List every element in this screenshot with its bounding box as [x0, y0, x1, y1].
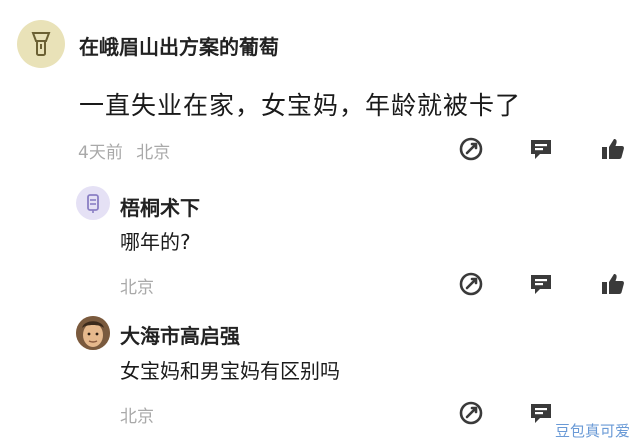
reply-2-location: 北京 — [120, 407, 154, 427]
share-icon[interactable] — [458, 136, 484, 162]
main-comment-time: 4天前 — [78, 143, 123, 163]
reply-1-location: 北京 — [120, 278, 154, 298]
main-comment-location: 北京 — [136, 143, 171, 163]
main-comment-meta: 4天前 北京 — [78, 138, 170, 163]
main-comment-text: 一直失业在家，女宝妈，年龄就被卡了 — [79, 91, 522, 120]
face-photo-icon — [76, 316, 110, 350]
watermark-text: 豆包真可爱 — [554, 422, 630, 440]
flashlight-icon — [31, 32, 51, 56]
lantern-icon — [87, 194, 99, 213]
reply-2-comment-icon[interactable] — [528, 400, 554, 426]
main-username[interactable]: 在峨眉山出方案的葡萄 — [79, 31, 279, 60]
reply-1-thumbs-up-icon[interactable] — [600, 271, 626, 297]
comment-icon[interactable] — [528, 136, 554, 162]
thumbs-up-icon[interactable] — [600, 136, 626, 162]
avatar-main[interactable] — [17, 20, 65, 68]
avatar-reply-2[interactable] — [76, 316, 110, 350]
reply-1-text: 哪年的? — [120, 230, 191, 254]
reply-2-text: 女宝妈和男宝妈有区别吗 — [120, 359, 340, 383]
reply-2-username[interactable]: 大海市高启强 — [120, 320, 240, 349]
avatar-reply-1[interactable] — [76, 186, 110, 220]
reply-2-share-icon[interactable] — [458, 400, 484, 426]
reply-1-share-icon[interactable] — [458, 271, 484, 297]
reply-1-username[interactable]: 梧桐术下 — [120, 192, 200, 221]
reply-1-comment-icon[interactable] — [528, 271, 554, 297]
